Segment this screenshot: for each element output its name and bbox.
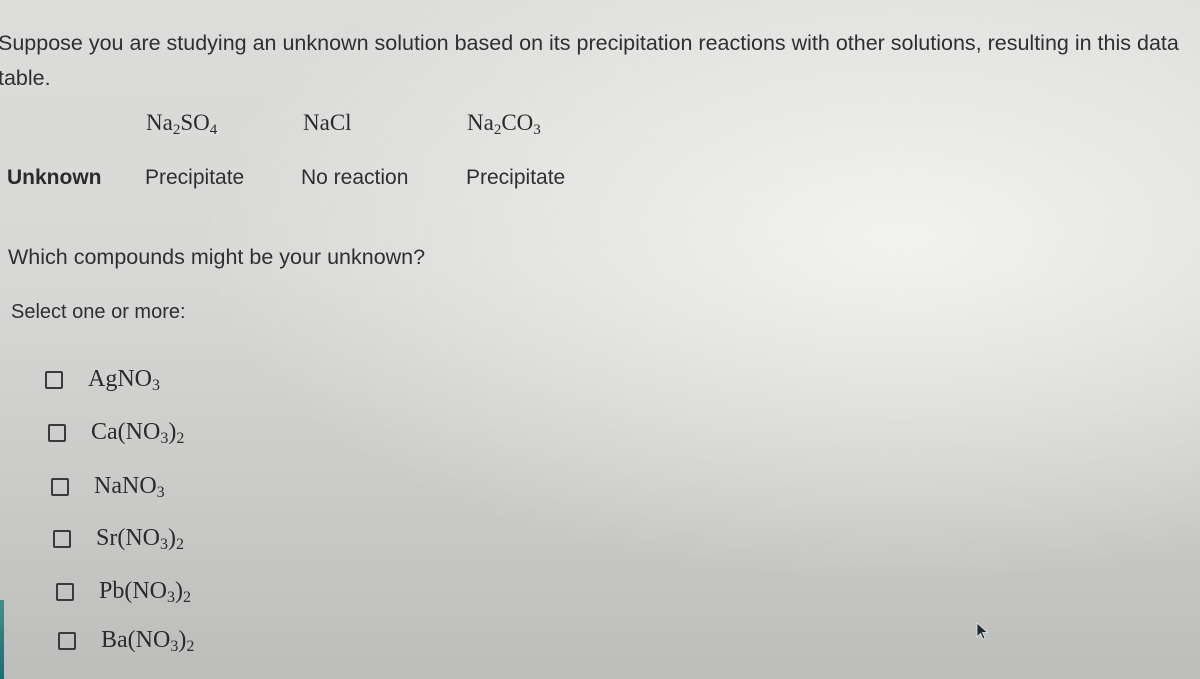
formula-part: SO	[180, 110, 210, 135]
formula-subscript: 3	[533, 122, 541, 138]
checkbox-empty-icon[interactable]	[58, 631, 76, 650]
formula-part: CO	[501, 110, 534, 135]
question-text: Which compounds might be your unknown?	[8, 245, 426, 269]
formula-subscript: 3	[167, 589, 176, 606]
screen-edge-accent	[0, 600, 4, 679]
checkbox-empty-icon[interactable]	[56, 582, 74, 601]
formula-subscript: 3	[160, 536, 168, 553]
formula-part: )	[168, 525, 176, 551]
column-header-na2co3: Na2CO3	[467, 110, 541, 138]
formula-subscript: 3	[156, 484, 165, 501]
formula-part: Na	[467, 110, 494, 135]
option-pbno32[interactable]: Pb(NO3)2	[56, 578, 192, 606]
row-label-unknown: Unknown	[7, 166, 102, 189]
formula-part: NaNO	[94, 473, 157, 499]
option-label: Sr(NO3)2	[96, 525, 184, 553]
cell-nacl-result: No reaction	[301, 166, 409, 189]
option-bano32[interactable]: Ba(NO3)2	[58, 627, 195, 655]
column-header-nacl: NaCl	[303, 110, 352, 136]
checkbox-empty-icon[interactable]	[45, 370, 63, 389]
formula-part: Na	[146, 110, 173, 135]
formula-subscript: 3	[152, 377, 160, 394]
formula-part: )	[175, 578, 184, 604]
formula-part: Pb(NO	[99, 578, 168, 604]
checkbox-empty-icon[interactable]	[48, 423, 66, 442]
formula-subscript: 2	[176, 430, 185, 447]
formula-part: AgNO	[88, 366, 152, 392]
intro-paragraph: Suppose you are studying an unknown solu…	[0, 31, 1179, 90]
mouse-pointer-icon	[976, 622, 989, 640]
cell-na2co3-result: Precipitate	[466, 166, 566, 189]
option-nano3[interactable]: NaNO3	[51, 473, 165, 501]
option-label: AgNO3	[88, 366, 160, 394]
formula-subscript: 2	[186, 638, 195, 655]
option-agno3[interactable]: AgNO3	[45, 366, 160, 394]
checkbox-empty-icon[interactable]	[53, 529, 71, 548]
formula-subscript: 2	[176, 536, 184, 553]
option-label: NaNO3	[94, 473, 165, 501]
option-label: Pb(NO3)2	[99, 578, 192, 606]
option-srno32[interactable]: Sr(NO3)2	[53, 525, 184, 553]
checkbox-empty-icon[interactable]	[51, 477, 69, 496]
option-label: Ba(NO3)2	[101, 627, 195, 655]
column-header-na2so4: Na2SO4	[146, 110, 218, 138]
formula-part: NaCl	[303, 110, 352, 135]
option-cano32[interactable]: Ca(NO3)2	[48, 419, 185, 447]
formula-subscript: 4	[209, 122, 218, 138]
formula-part: Ba(NO	[101, 627, 171, 653]
formula-subscript: 2	[183, 589, 192, 606]
instruction-text: Select one or more:	[11, 301, 186, 323]
formula-part: Sr(NO	[96, 525, 160, 551]
formula-part: Ca(NO	[91, 419, 161, 445]
option-label: Ca(NO3)2	[91, 419, 185, 447]
cell-na2so4-result: Precipitate	[145, 166, 245, 189]
